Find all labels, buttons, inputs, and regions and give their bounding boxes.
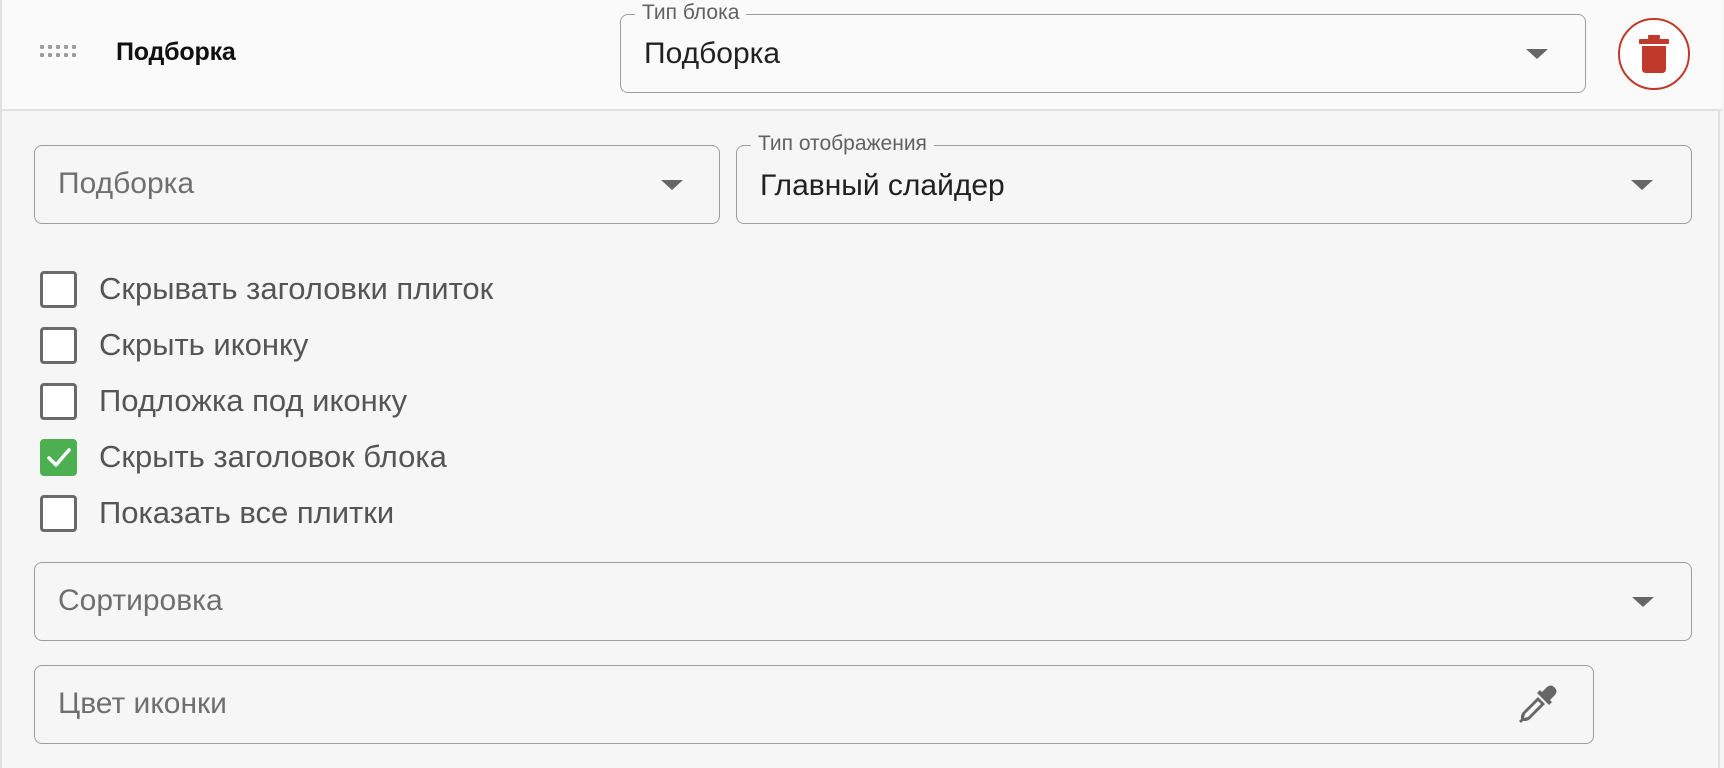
- sort-select[interactable]: Сортировка: [34, 562, 1692, 641]
- display-type-select[interactable]: Тип отображения Главный слайдер: [736, 131, 1692, 224]
- drag-handle-icon[interactable]: [40, 45, 80, 61]
- chevron-down-icon: [1526, 49, 1548, 59]
- block-header: Подборка Тип блока Подборка: [2, 0, 1722, 111]
- checkbox-label: Показать все плитки: [99, 495, 395, 530]
- block-body: Подборка Тип отображения Главный слайдер…: [2, 112, 1722, 768]
- delete-button[interactable]: [1618, 18, 1690, 90]
- checkbox-box-checked[interactable]: [40, 438, 77, 476]
- eyedropper-icon[interactable]: [1517, 683, 1559, 725]
- display-type-value: Главный слайдер: [760, 169, 1005, 202]
- chevron-down-icon: [661, 180, 683, 190]
- chevron-down-icon: [1632, 597, 1654, 607]
- checkbox-label: Скрыть заголовок блока: [99, 439, 447, 474]
- checkbox-box[interactable]: [40, 494, 77, 532]
- block-type-legend: Тип блока: [635, 0, 747, 26]
- block-type-value: Подборка: [644, 37, 781, 70]
- selection-placeholder: Подборка: [58, 167, 195, 200]
- checkbox-box[interactable]: [40, 382, 77, 420]
- block-card: Подборка Тип блока Подборка Подборка Тип…: [0, 0, 1722, 768]
- checkbox-label: Скрыть иконку: [99, 327, 309, 362]
- selection-select[interactable]: Подборка: [34, 145, 720, 224]
- checkbox-label: Подложка под иконку: [99, 383, 408, 418]
- checkbox-hide-tile-titles[interactable]: Скрывать заголовки плиток: [40, 269, 493, 309]
- sort-placeholder: Сортировка: [58, 584, 223, 617]
- checkbox-icon-backdrop[interactable]: Подложка под иконку: [40, 381, 407, 421]
- block-title: Подборка: [116, 38, 236, 66]
- chevron-down-icon: [1631, 180, 1653, 190]
- icon-color-placeholder: Цвет иконки: [58, 687, 227, 720]
- block-type-select[interactable]: Тип блока Подборка: [620, 0, 1586, 93]
- checkbox-box[interactable]: [40, 326, 77, 364]
- checkmark-icon: [47, 447, 71, 467]
- trash-icon: [1639, 35, 1669, 73]
- display-type-legend: Тип отображения: [751, 131, 934, 157]
- checkbox-hide-icon[interactable]: Скрыть иконку: [40, 325, 308, 365]
- icon-color-field[interactable]: Цвет иконки: [34, 665, 1594, 744]
- checkbox-hide-block-title[interactable]: Скрыть заголовок блока: [40, 437, 447, 477]
- checkbox-label: Скрывать заголовки плиток: [99, 271, 494, 306]
- checkbox-box[interactable]: [40, 270, 77, 308]
- checkbox-show-all-tiles[interactable]: Показать все плитки: [40, 493, 394, 533]
